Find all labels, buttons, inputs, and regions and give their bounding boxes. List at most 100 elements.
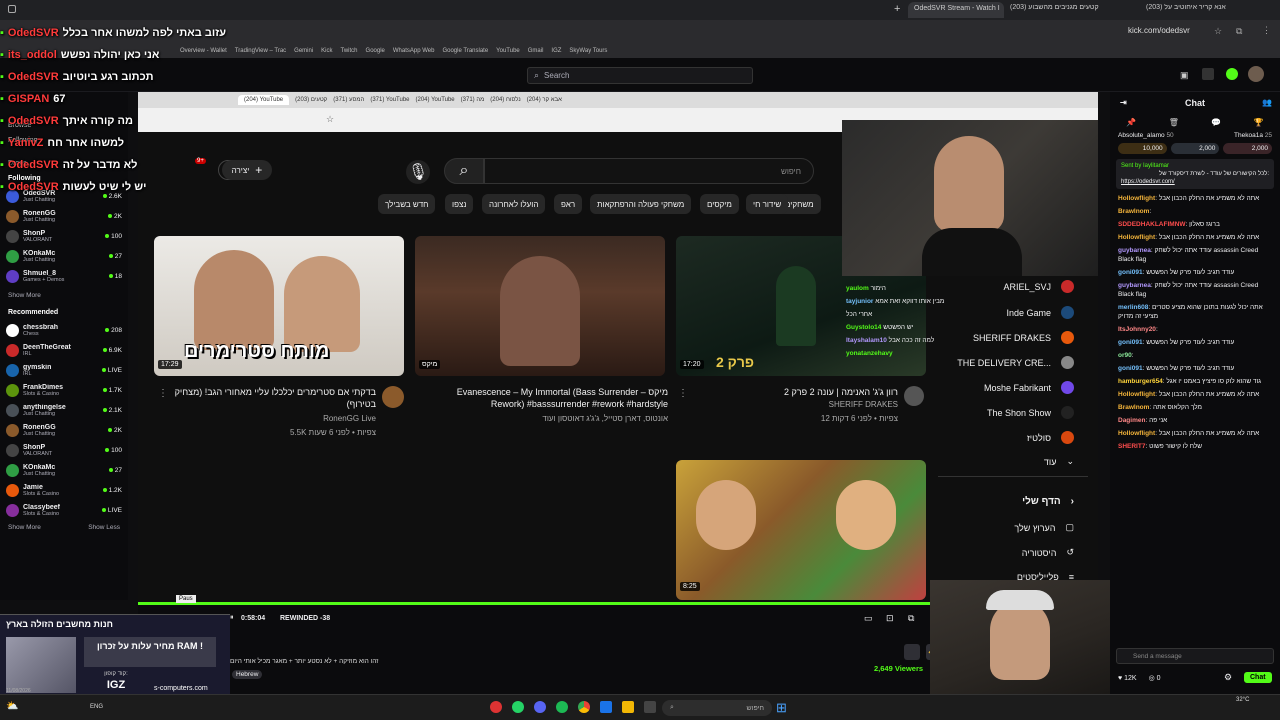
taskbar-search[interactable]: ⌕ חיפוש: [662, 700, 772, 716]
sidebar-channel[interactable]: KOnkaMc Just Chatting 27: [0, 460, 128, 480]
chrome-icon[interactable]: [578, 701, 590, 713]
layout-icon[interactable]: [1202, 68, 1214, 80]
language-tag[interactable]: Hebrew: [232, 670, 263, 679]
chat-message[interactable]: SHERIT7: שלח לו קישור פשוט: [1110, 440, 1280, 453]
bookmark[interactable]: Twitch: [341, 48, 358, 54]
sidebar-channel[interactable]: RonenGG Just Chatting 2K: [0, 206, 128, 226]
chat-input[interactable]: Send a message: [1116, 648, 1274, 664]
avatar[interactable]: [1248, 66, 1264, 82]
chat-message[interactable]: guybarnea: עודד אתה יכול לשחק assassin C…: [1110, 279, 1280, 301]
theater-icon[interactable]: ▣: [1180, 70, 1189, 81]
chat-username[interactable]: merlin608: [1118, 304, 1148, 311]
weather-icon[interactable]: ⛅: [6, 701, 18, 712]
show-more-button[interactable]: Show More: [8, 524, 41, 531]
show-more-button[interactable]: Show More: [0, 286, 128, 305]
chat-username[interactable]: goni091: [1118, 365, 1143, 372]
windows-start-icon[interactable]: ⊞: [776, 700, 787, 716]
sidebar-channel[interactable]: Classybeef Slots & Casino LIVE: [0, 500, 128, 520]
chat-username[interactable]: guybarnea: [1118, 247, 1151, 254]
chat-username[interactable]: goni091: [1118, 339, 1143, 346]
collapse-chat-icon[interactable]: ⇥: [1120, 98, 1127, 107]
tab-3[interactable]: אנא קריר איחוטיב על (203): [1146, 4, 1266, 11]
chat-username[interactable]: Dagimen: [1118, 417, 1145, 424]
chat-message[interactable]: Hollowflight: אתה לא משמיע את החלק הכבון…: [1110, 231, 1280, 244]
chat-username[interactable]: goni091: [1118, 269, 1143, 276]
leaderboard-item[interactable]: 2,000: [1223, 143, 1273, 154]
chat-username[interactable]: Hollowflight: [1118, 430, 1155, 437]
star-icon[interactable]: ☆: [1214, 26, 1222, 37]
spotify-icon[interactable]: [556, 701, 568, 713]
sidebar-channel[interactable]: gymskin IRL LIVE: [0, 360, 128, 380]
chat-message[interactable]: Brawlnom: מלך הקלאוס אתה: [1110, 401, 1280, 414]
kick-logo-icon[interactable]: [1226, 68, 1238, 80]
chat-message[interactable]: Hollowflight: אתה לא משמיע את החלק הכבון…: [1110, 388, 1280, 401]
chat-message[interactable]: hamburger654: גוד שהוא לוק סו פיציץ באמט…: [1110, 375, 1280, 388]
chat-username[interactable]: hamburger654: [1118, 378, 1163, 385]
chat-username[interactable]: Hollowflight: [1118, 234, 1155, 241]
chat-message[interactable]: merlin608: אתה יכול לגעות בתוכן שהוא מצי…: [1110, 301, 1280, 323]
new-tab-icon[interactable]: +: [894, 3, 900, 15]
chat-message[interactable]: guybarnea: עודד אתה יכול לשחק assassin C…: [1110, 244, 1280, 266]
bookmark[interactable]: Gmail: [528, 48, 544, 54]
tab-active[interactable]: OdedSVR Stream - Watch I: [908, 2, 1004, 18]
share-icon[interactable]: [904, 644, 920, 660]
sidebar-channel[interactable]: chessbrah Chess 208: [0, 320, 128, 340]
extensions-icon[interactable]: ⧉: [1236, 26, 1242, 37]
sidebar-channel[interactable]: anythingelse Just Chatting 2.1K: [0, 400, 128, 420]
chat-username[interactable]: Brawlnom: [1118, 208, 1149, 215]
bookmark[interactable]: WhatsApp Web: [393, 48, 435, 54]
lang-indicator[interactable]: ENG: [90, 704, 103, 710]
chat-username[interactable]: or90: [1118, 352, 1132, 359]
chat-username[interactable]: ItsJohnny20: [1118, 326, 1156, 333]
chat-message[interactable]: ItsJohnny20:: [1110, 323, 1280, 336]
sidebar-channel[interactable]: ShonP VALORANT 100: [0, 226, 128, 246]
menu-icon[interactable]: ⋮: [1262, 25, 1271, 36]
search-input[interactable]: ⌕ Search: [527, 67, 753, 84]
tab-2[interactable]: קטעים מגניבים מהשבוע (203): [1010, 4, 1140, 11]
folder-icon[interactable]: [622, 701, 634, 713]
chat-message[interactable]: SDDEDHAKLAFIMNW: ברוגז סאלון: [1110, 218, 1280, 231]
chat-username[interactable]: SDDEDHAKLAFIMNW: [1118, 221, 1186, 228]
address-bar[interactable]: kick.com/odedsvr: [1128, 26, 1190, 35]
sidebar-channel[interactable]: Jamie Slots & Casino 1.2K: [0, 480, 128, 500]
bookmark[interactable]: SkyWay Tours: [569, 48, 607, 54]
sidebar-channel[interactable]: RonenGG Just Chatting 2K: [0, 420, 128, 440]
chat-username[interactable]: Brawlnom: [1118, 404, 1149, 411]
show-less-button[interactable]: Show Less: [88, 524, 120, 531]
pinned-link[interactable]: https://odedsvr.com/: [1121, 178, 1269, 186]
cup-icon[interactable]: 🏆: [1254, 118, 1264, 127]
bookmark[interactable]: IGZ: [551, 48, 561, 54]
chat-message[interactable]: or90:: [1110, 349, 1280, 362]
leaderboard-item[interactable]: 10,000: [1118, 143, 1167, 154]
crop-icon[interactable]: ⊡: [886, 613, 894, 624]
discord-icon[interactable]: [534, 701, 546, 713]
bookmark[interactable]: Kick: [321, 48, 332, 54]
whatsapp-icon[interactable]: [512, 701, 524, 713]
bookmark[interactable]: YouTube: [496, 48, 520, 54]
chat-message[interactable]: Hollowflight: אתה לא משמיע את החלק הכבון…: [1110, 192, 1280, 205]
clip-icon[interactable]: ▭: [864, 613, 873, 624]
pin-icon[interactable]: 📌: [1126, 118, 1136, 127]
chat-message[interactable]: Hollowflight: אתה לא משמיע את החלק הכבון…: [1110, 427, 1280, 440]
leaderboard-item[interactable]: 2,000: [1170, 143, 1220, 154]
sidebar-channel[interactable]: KOnkaMc Just Chatting 27: [0, 246, 128, 266]
chat-message[interactable]: Dagimen: אני פה: [1110, 414, 1280, 427]
chat-username[interactable]: Hollowflight: [1118, 391, 1155, 398]
chat-users-icon[interactable]: 👥: [1262, 98, 1272, 107]
bookmark[interactable]: Google Translate: [442, 48, 488, 54]
app-icon[interactable]: [600, 701, 612, 713]
sidebar-channel[interactable]: FrankDimes Slots & Casino 1.7K: [0, 380, 128, 400]
chat-message[interactable]: Brawlnom:: [1110, 205, 1280, 218]
sidebar-channel[interactable]: Shmuel_8 Games + Demos 18: [0, 266, 128, 286]
app-icon[interactable]: [644, 701, 656, 713]
chat-message[interactable]: goni091: עודד תגיב לעוד פרק של הפשטש: [1110, 336, 1280, 349]
sidebar-channel[interactable]: ShonP VALORANT 100: [0, 440, 128, 460]
play-pause-icon[interactable]: ⏸: [230, 614, 234, 622]
chat-username[interactable]: Hollowflight: [1118, 195, 1155, 202]
sidebar-channel[interactable]: DeenTheGreat IRL 6.9K: [0, 340, 128, 360]
app-icon[interactable]: [490, 701, 502, 713]
pip-icon[interactable]: ⧉: [908, 613, 914, 624]
chat-message[interactable]: goni091: עודד תגיב לעוד פרק של הפשטש: [1110, 362, 1280, 375]
chat-username[interactable]: SHERIT7: [1118, 443, 1145, 450]
bookmark[interactable]: Google: [366, 48, 385, 54]
